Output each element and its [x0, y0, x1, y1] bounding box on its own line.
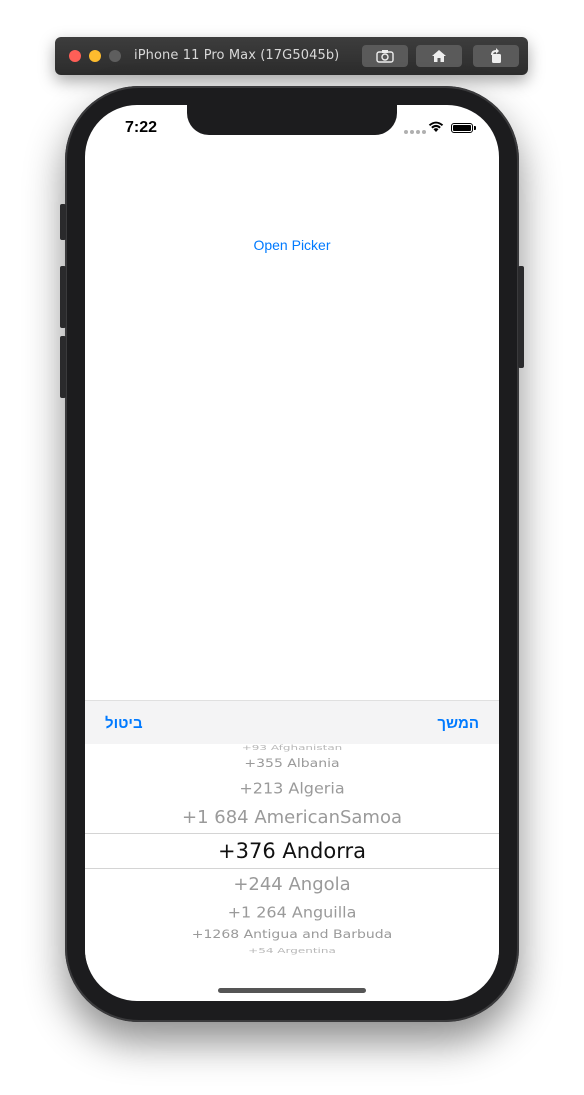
battery-icon	[451, 123, 476, 133]
volume-down-button	[60, 336, 66, 398]
home-indicator[interactable]	[218, 988, 366, 993]
rotate-icon	[491, 48, 501, 63]
home-icon	[432, 50, 446, 62]
status-time: 7:22	[125, 119, 158, 136]
camera-icon	[376, 50, 394, 63]
simulator-title-bar: iPhone 11 Pro Max (17G5045b)	[55, 37, 528, 75]
screenshot-button[interactable]	[362, 45, 408, 67]
selection-bottom-line	[85, 868, 499, 869]
picker-row[interactable]: +244 Angola	[85, 874, 499, 895]
home-button[interactable]	[416, 45, 462, 67]
picker-toolbar: ביטול המשך	[85, 700, 499, 745]
cancel-button[interactable]: ביטול	[105, 715, 143, 732]
simulator-title: iPhone 11 Pro Max (17G5045b)	[134, 48, 340, 63]
close-window-button[interactable]	[69, 50, 81, 62]
rotate-button[interactable]	[473, 45, 519, 67]
country-code-picker[interactable]: +93 Afghanistan +355 Albania +213 Algeri…	[85, 744, 499, 964]
picker-row[interactable]: +54 Argentina	[85, 947, 499, 955]
silent-switch	[60, 204, 66, 240]
picker-row[interactable]: +355 Albania	[85, 758, 499, 771]
picker-row[interactable]: +1268 Antigua and Barbuda	[85, 929, 499, 942]
picker-row[interactable]: +213 Algeria	[85, 780, 499, 797]
phone-screen: 7:22 Open Picker ביטול המשך +93 Afghanis…	[85, 105, 499, 1001]
volume-up-button	[60, 266, 66, 328]
open-picker-button[interactable]: Open Picker	[85, 237, 499, 253]
notch	[187, 105, 397, 135]
selection-top-line	[85, 833, 499, 834]
minimize-window-button[interactable]	[89, 50, 101, 62]
picker-row[interactable]: +93 Afghanistan	[85, 744, 499, 752]
picker-row-selected[interactable]: +376 Andorra	[85, 839, 499, 863]
picker-row[interactable]: +1 684 AmericanSamoa	[85, 807, 499, 828]
picker-row[interactable]: +1 264 Anguilla	[85, 904, 499, 921]
cellular-signal-icon	[404, 130, 426, 134]
zoom-window-button[interactable]	[109, 50, 121, 62]
continue-button[interactable]: המשך	[437, 715, 479, 732]
power-button	[518, 266, 524, 368]
wifi-icon	[428, 121, 444, 132]
